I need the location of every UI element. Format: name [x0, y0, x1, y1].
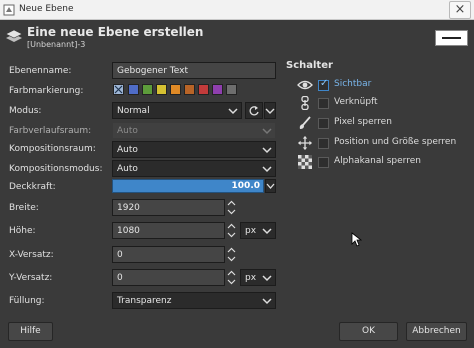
move-arrows-icon	[298, 136, 312, 150]
mode-reset-button[interactable]	[245, 102, 263, 119]
lock-alpha-label[interactable]: Alphakanal sperren	[334, 156, 421, 166]
fill-label: Füllung:	[9, 296, 45, 306]
offset-unit-value: px	[245, 273, 257, 283]
linked-checkbox[interactable]	[318, 98, 329, 109]
lock-position-checkbox[interactable]	[318, 138, 329, 149]
color-tag-orange[interactable]	[170, 84, 181, 95]
mode-value: Normal	[117, 106, 150, 116]
mode-label: Modus:	[9, 106, 42, 116]
layer-name-input[interactable]: Gebogener Text	[112, 62, 276, 79]
layer-preview-thumbnail	[435, 30, 468, 46]
blend-space-select[interactable]: Auto	[112, 122, 276, 139]
height-input[interactable]: 1080	[112, 222, 225, 239]
window-title: Neue Ebene	[19, 4, 74, 14]
color-tag-gray[interactable]	[226, 84, 237, 95]
chevron-down-icon	[262, 275, 272, 282]
mode-select[interactable]: Normal	[112, 102, 242, 119]
lock-position-label[interactable]: Position und Größe sperren	[334, 137, 456, 147]
linked-label[interactable]: Verknüpft	[334, 97, 378, 107]
visible-label[interactable]: Sichtbar	[334, 79, 371, 89]
chain-icon	[301, 96, 309, 110]
blend-space-label: Farbverlaufsraum:	[9, 126, 92, 136]
color-tag-none[interactable]	[113, 84, 124, 95]
width-input[interactable]: 1920	[112, 199, 225, 216]
fill-type-value: Transparenz	[117, 296, 172, 306]
offset-x-label: X-Versatz:	[9, 250, 54, 260]
checkerboard-icon	[298, 155, 312, 169]
mouse-pointer-icon	[351, 232, 362, 247]
layer-name-label: Ebenenname:	[9, 66, 72, 76]
width-spinner[interactable]	[226, 199, 237, 216]
window-close-button[interactable]: ×	[449, 1, 471, 19]
blend-space-value: Auto	[117, 126, 138, 136]
window-titlebar: Neue Ebene ×	[0, 0, 474, 20]
height-label: Höhe:	[9, 226, 36, 236]
ok-button[interactable]: OK	[339, 322, 398, 341]
mode-switch-menu-button[interactable]	[264, 102, 276, 119]
opacity-label: Deckkraft:	[9, 182, 56, 192]
color-tag-green[interactable]	[142, 84, 153, 95]
cancel-button[interactable]: Abbrechen	[406, 322, 467, 341]
composite-space-select[interactable]: Auto	[112, 141, 276, 158]
width-label: Breite:	[9, 203, 39, 213]
checkmark-icon: ✓	[320, 78, 329, 89]
color-tag-red[interactable]	[198, 84, 209, 95]
color-tag-blue[interactable]	[128, 84, 139, 95]
offset-unit-select[interactable]: px	[240, 269, 276, 286]
color-tag-violet[interactable]	[212, 84, 223, 95]
height-spinner[interactable]	[226, 222, 237, 239]
switches-heading: Schalter	[286, 60, 333, 71]
composite-mode-label: Kompositionsmodus:	[9, 164, 103, 174]
composite-space-label: Kompositionsraum:	[9, 144, 96, 154]
color-tag-brown[interactable]	[184, 84, 195, 95]
image-name: [Unbenannt]-3	[27, 40, 86, 49]
chevron-down-icon	[262, 298, 272, 305]
visible-checkbox[interactable]: ✓	[318, 78, 329, 91]
size-unit-value: px	[245, 226, 257, 236]
opacity-slider[interactable]: 100.0	[112, 179, 264, 193]
chevron-down-icon	[262, 228, 272, 235]
chevron-down-icon	[266, 183, 275, 189]
offset-x-spinner[interactable]	[226, 246, 237, 263]
app-icon	[3, 4, 15, 16]
offset-y-label: Y-Versatz:	[9, 273, 53, 283]
fill-type-select[interactable]: Transparenz	[112, 292, 276, 309]
color-tag-label: Farbmarkierung:	[9, 86, 84, 96]
opacity-value: 100.0	[231, 181, 260, 191]
help-button[interactable]: Hilfe	[8, 322, 53, 341]
lock-pixels-label[interactable]: Pixel sperren	[334, 117, 392, 127]
composite-space-value: Auto	[117, 145, 138, 155]
composite-mode-value: Auto	[117, 164, 138, 174]
chevron-down-icon	[265, 108, 275, 114]
paintbrush-icon	[299, 116, 311, 129]
color-tag-yellow[interactable]	[156, 84, 167, 95]
eye-icon	[297, 80, 313, 90]
lock-pixels-checkbox[interactable]	[318, 118, 329, 129]
new-layer-icon	[5, 29, 23, 42]
dialog-title: Eine neue Ebene erstellen	[27, 25, 204, 39]
chevron-down-icon	[262, 166, 272, 173]
offset-x-input[interactable]: 0	[112, 246, 225, 263]
offset-y-spinner[interactable]	[226, 269, 237, 286]
composite-mode-select[interactable]: Auto	[112, 160, 276, 177]
opacity-stepper-button[interactable]	[265, 179, 276, 193]
chevron-down-icon	[228, 108, 238, 115]
chevron-down-icon	[262, 147, 272, 154]
offset-y-input[interactable]: 0	[112, 269, 225, 286]
lock-alpha-checkbox[interactable]	[318, 157, 329, 168]
size-unit-select[interactable]: px	[240, 222, 276, 239]
reset-arrow-icon	[249, 106, 259, 116]
chevron-down-icon	[262, 128, 272, 135]
